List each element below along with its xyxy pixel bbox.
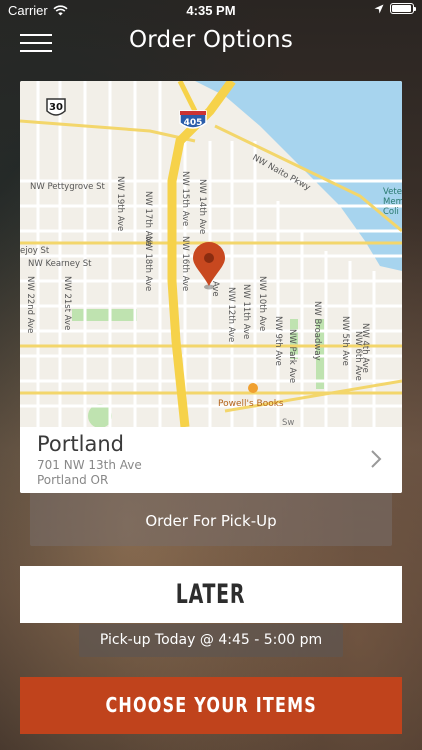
pickup-time-label[interactable]: Pick-up Today @ 4:45 - 5:00 pm	[79, 624, 343, 657]
svg-text:NW 22nd Ave: NW 22nd Ave	[25, 276, 35, 333]
svg-text:405: 405	[184, 118, 203, 128]
page-title: Order Options	[128, 27, 293, 53]
location-address-line2: Portland OR	[37, 473, 109, 487]
status-time: 4:35 PM	[186, 3, 236, 18]
navigation-bar: Order Options	[0, 22, 422, 62]
svg-text:NW Broadway: NW Broadway	[312, 301, 322, 361]
svg-text:Mem: Mem	[383, 197, 402, 207]
location-address-line1: 701 NW 13th Ave	[37, 458, 142, 472]
chevron-right-icon	[371, 450, 382, 468]
hwy-30-shield: 30	[46, 98, 66, 116]
svg-text:NW 19th Ave: NW 19th Ave	[115, 176, 125, 231]
svg-text:NW 17th Ave: NW 17th Ave	[143, 191, 153, 246]
svg-text:NW 14th Ave: NW 14th Ave	[197, 179, 207, 234]
battery-icon	[390, 3, 416, 14]
svg-text:NW 12th Ave: NW 12th Ave	[226, 287, 236, 342]
svg-text:NW 21st Ave: NW 21st Ave	[62, 276, 72, 330]
svg-text:NW 4th Ave: NW 4th Ave	[360, 323, 370, 373]
svg-text:Powell's Books: Powell's Books	[218, 399, 284, 409]
location-row[interactable]: Portland 701 NW 13th Ave Portland OR	[20, 427, 402, 493]
later-button-label: LATER	[176, 579, 246, 610]
svg-text:Vete: Vete	[383, 187, 402, 197]
status-right	[374, 3, 416, 14]
later-button[interactable]: LATER	[20, 566, 402, 623]
status-bar: Carrier 4:35 PM	[0, 0, 422, 22]
svg-text:Sw: Sw	[282, 418, 294, 427]
svg-text:30: 30	[49, 102, 63, 113]
svg-text:NW 9th Ave: NW 9th Ave	[273, 316, 283, 366]
svg-text:NW Kearney St: NW Kearney St	[28, 259, 92, 269]
order-type-selector[interactable]: Order For Pick-Up	[30, 493, 392, 546]
svg-text:Coli: Coli	[383, 207, 399, 217]
svg-text:NW 11th Ave: NW 11th Ave	[241, 284, 251, 339]
map-view[interactable]: 30 405 NW Naito Pkwy NW Pettygrove St ej…	[20, 81, 402, 427]
location-arrow-icon	[374, 4, 384, 13]
svg-text:NW Pettygrove St: NW Pettygrove St	[30, 182, 105, 192]
choose-items-button-label: CHOOSE YOUR ITEMS	[105, 693, 317, 717]
svg-text:ejoy St: ejoy St	[20, 246, 50, 256]
location-name: Portland	[37, 432, 124, 456]
i405-shield: 405	[179, 110, 207, 129]
location-card: 30 405 NW Naito Pkwy NW Pettygrove St ej…	[20, 81, 402, 493]
choose-items-button[interactable]: CHOOSE YOUR ITEMS	[20, 677, 402, 734]
svg-text:NW 16th Ave: NW 16th Ave	[180, 236, 190, 291]
svg-text:NW 15th Ave: NW 15th Ave	[180, 171, 190, 226]
svg-text:NW Park Ave: NW Park Ave	[287, 329, 297, 383]
book-store-icon	[248, 383, 258, 393]
svg-text:NW 5th Ave: NW 5th Ave	[340, 316, 350, 366]
svg-text:NW 10th Ave: NW 10th Ave	[257, 276, 267, 331]
battery-fill	[392, 5, 411, 12]
